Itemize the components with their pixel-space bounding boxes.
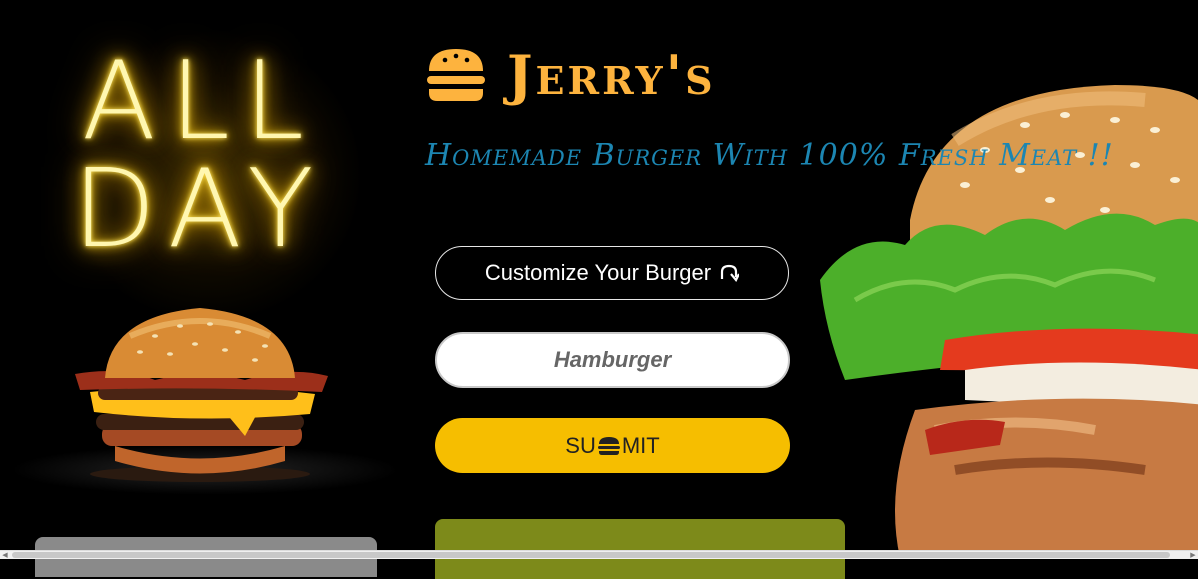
tagline: Homemade Burger With 100% Fresh Meat !! (425, 138, 1114, 173)
burger-name-input[interactable] (435, 332, 790, 388)
all-day-neon-image: ALL DAY (0, 0, 400, 495)
customize-button-label: Customize Your Burger (484, 260, 712, 285)
curved-arrow-down-icon (721, 264, 740, 282)
submit-label-prefix: SU (565, 432, 596, 458)
burger-icon (427, 49, 485, 101)
scrollbar-thumb[interactable] (12, 552, 1170, 558)
burger-icon (597, 436, 620, 455)
neon-text-line2: DAY (72, 147, 328, 272)
result-panel (435, 519, 845, 579)
neon-text-line1: ALL (81, 39, 319, 164)
brand-header: Jerry's (425, 40, 716, 110)
cheeseburger-image (75, 308, 328, 482)
customize-burger-button[interactable]: Customize Your Burger (435, 246, 789, 300)
submit-label-suffix: MIT (621, 432, 660, 458)
submit-button[interactable]: SU MIT (435, 418, 790, 473)
brand-name: Jerry's (507, 43, 716, 107)
